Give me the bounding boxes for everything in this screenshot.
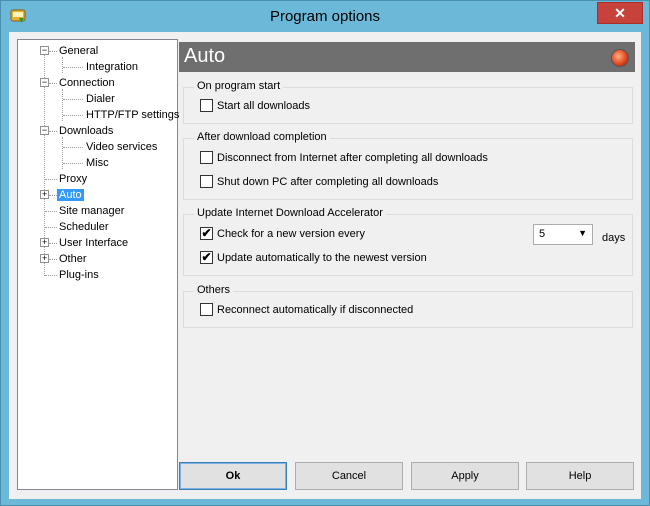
auto-settings-panel: Auto On program start Start all download… xyxy=(179,39,635,459)
tree-item-proxy[interactable]: Proxy xyxy=(57,172,89,186)
tree-item-label: HTTP/FTP settings xyxy=(86,109,180,121)
update-interval-value: 5 xyxy=(539,228,546,240)
tree-item-label: Dialer xyxy=(86,93,115,105)
checkbox-label: Update automatically to the newest versi… xyxy=(217,252,427,264)
tree-item-label: Misc xyxy=(86,157,109,169)
collapse-connection-icon[interactable]: − xyxy=(40,78,49,87)
group-on-program-start: On program start Start all downloads xyxy=(183,80,633,124)
tree-branch-line xyxy=(62,89,63,121)
program-options-window: Program options ✕ − General Integration … xyxy=(0,0,650,506)
options-tree[interactable]: − General Integration − Connection Diale… xyxy=(17,39,181,490)
tree-item-label: Site manager xyxy=(59,205,125,217)
panel-title: Auto xyxy=(184,45,226,67)
checkbox-box[interactable] xyxy=(200,303,213,316)
chevron-down-icon: ▼ xyxy=(578,228,587,238)
tree-connector xyxy=(49,259,57,260)
collapse-general-icon[interactable]: − xyxy=(40,46,49,55)
tree-item-label: Downloads xyxy=(59,125,114,137)
tree-connector xyxy=(45,227,57,228)
update-interval-unit: days xyxy=(602,232,626,244)
expand-user-interface-icon[interactable]: + xyxy=(40,238,49,247)
tree-item-auto[interactable]: Auto xyxy=(57,188,84,202)
tree-connector xyxy=(63,115,83,116)
tree-item-label: User Interface xyxy=(59,237,129,249)
tree-item-label: Other xyxy=(59,253,87,265)
group-title: Others xyxy=(194,284,234,296)
tree-item-label: Scheduler xyxy=(59,221,109,233)
checkbox-label: Check for a new version every xyxy=(217,228,365,240)
tree-item-label: Proxy xyxy=(59,173,88,185)
checkbox-box[interactable]: ✔ xyxy=(200,227,213,240)
tree-connector xyxy=(49,131,57,132)
collapse-downloads-icon[interactable]: − xyxy=(40,126,49,135)
apply-button[interactable]: Apply xyxy=(411,462,519,490)
tree-connector xyxy=(49,243,57,244)
tree-item-video-services[interactable]: Video services xyxy=(84,140,159,154)
tree-item-label: Auto xyxy=(57,189,84,201)
tree-item-downloads[interactable]: Downloads xyxy=(57,124,115,138)
tree-connector xyxy=(49,51,57,52)
checkbox-box[interactable] xyxy=(200,151,213,164)
close-button[interactable]: ✕ xyxy=(597,2,643,24)
checkbox-box[interactable] xyxy=(200,175,213,188)
group-title: After download completion xyxy=(194,131,330,143)
tree-connector xyxy=(49,195,57,196)
tree-branch-line xyxy=(62,137,63,169)
checkbox-label: Disconnect from Internet after completin… xyxy=(217,152,488,164)
tree-connector xyxy=(63,163,83,164)
checkbox-label: Shut down PC after completing all downlo… xyxy=(217,176,439,188)
tree-item-integration[interactable]: Integration xyxy=(84,60,140,74)
tree-item-label: Plug-ins xyxy=(59,269,99,281)
group-after-download-completion: After download completion Disconnect fro… xyxy=(183,131,633,200)
tree-item-http-ftp-settings[interactable]: HTTP/FTP settings xyxy=(84,108,181,122)
checkbox-box[interactable] xyxy=(200,99,213,112)
group-title: Update Internet Download Accelerator xyxy=(194,207,386,219)
tree-item-label: General xyxy=(59,45,99,57)
checkbox-label: Reconnect automatically if disconnected xyxy=(217,304,414,316)
ok-button[interactable]: Ok xyxy=(179,462,287,490)
checkbox-box[interactable]: ✔ xyxy=(200,251,213,264)
window-title: Program options xyxy=(269,8,381,25)
tree-item-scheduler[interactable]: Scheduler xyxy=(57,220,111,234)
status-orb-icon xyxy=(611,49,629,67)
tree-connector xyxy=(63,99,83,100)
expand-auto-icon[interactable]: + xyxy=(40,190,49,199)
tree-item-other[interactable]: Other xyxy=(57,252,89,266)
group-title: On program start xyxy=(194,80,284,92)
checkbox-label: Start all downloads xyxy=(217,100,310,112)
dialog-client-area: − General Integration − Connection Diale… xyxy=(9,32,641,499)
tree-item-general[interactable]: General xyxy=(57,44,100,58)
tree-item-misc[interactable]: Misc xyxy=(84,156,111,170)
tree-connector xyxy=(49,83,57,84)
tree-item-connection[interactable]: Connection xyxy=(57,76,117,90)
tree-item-label: Connection xyxy=(59,77,115,89)
update-interval-select[interactable]: 5 ▼ xyxy=(533,224,593,245)
tree-connector xyxy=(63,147,83,148)
tree-connector xyxy=(45,211,57,212)
expand-other-icon[interactable]: + xyxy=(40,254,49,263)
tree-connector xyxy=(45,275,57,276)
tree-item-label: Video services xyxy=(86,141,158,153)
tree-item-label: Integration xyxy=(86,61,138,73)
tree-branch-line xyxy=(62,57,63,73)
tree-item-plug-ins[interactable]: Plug-ins xyxy=(57,268,101,282)
group-update: Update Internet Download Accelerator ✔ C… xyxy=(183,207,633,276)
help-button[interactable]: Help xyxy=(526,462,634,490)
group-others: Others Reconnect automatically if discon… xyxy=(183,284,633,328)
tree-item-user-interface[interactable]: User Interface xyxy=(57,236,130,250)
tree-connector xyxy=(45,179,57,180)
title-bar[interactable]: Program options ✕ xyxy=(1,1,649,31)
tree-connector xyxy=(63,67,83,68)
cancel-button[interactable]: Cancel xyxy=(295,462,403,490)
tree-item-site-manager[interactable]: Site manager xyxy=(57,204,126,218)
tree-item-dialer[interactable]: Dialer xyxy=(84,92,117,106)
panel-header: Auto xyxy=(179,42,635,72)
